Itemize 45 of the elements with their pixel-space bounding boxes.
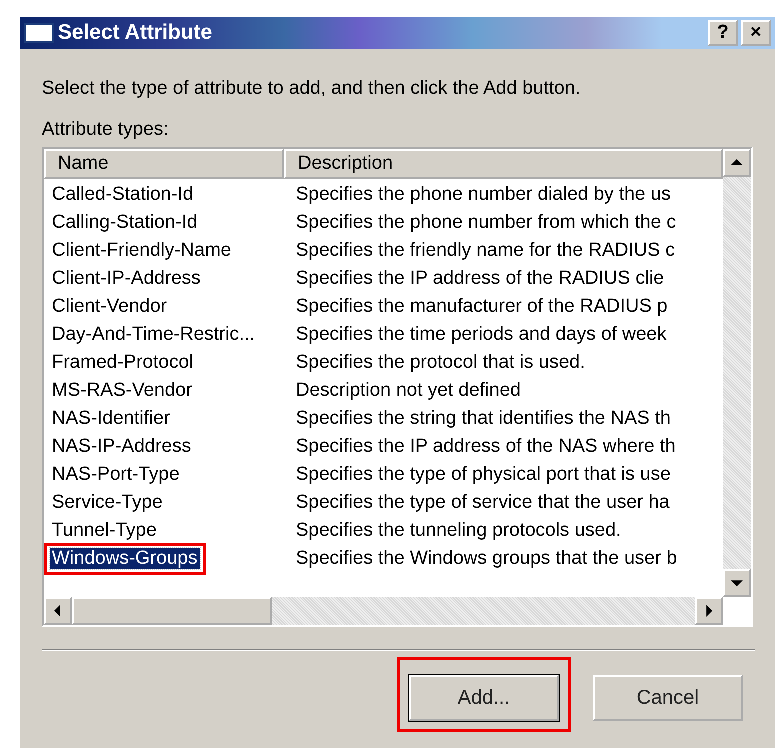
table-cell[interactable]: Client-IP-Address [50,268,203,289]
table-cell[interactable]: NAS-IP-Address [50,436,194,457]
table-cell[interactable]: Calling-Station-Id [50,212,200,233]
scroll-left-button[interactable] [44,597,72,625]
cancel-button[interactable]: Cancel [593,675,743,721]
table-cell-text: Specifies the IP address of the NAS where th [295,436,676,458]
table-cell-text: Specifies the type of physical port that is use [295,464,671,486]
table-cell[interactable]: Service-Type [50,492,165,513]
scroll-thumb[interactable] [72,597,272,625]
list-label: Attribute types: [42,119,170,141]
table-cell[interactable]: Client-Vendor [50,296,170,317]
window-icon [24,23,54,43]
table-cell-text: Specifies the time periods and days of week [295,324,667,346]
table-cell-text: Specifies the IP address of the RADIUS clie [295,268,664,290]
table-cell[interactable]: Day-And-Time-Restric... [50,324,258,345]
add-button[interactable]: Add... [409,675,559,721]
table-cell-text: Specifies the protocol that is used. [295,352,586,374]
horizontal-scrollbar[interactable] [44,597,723,625]
table-cell-text: Specifies the manufacturer of the RADIUS p [295,296,668,318]
scroll-down-button[interactable] [723,569,751,597]
table-cell[interactable]: NAS-Identifier [50,408,172,429]
scroll-right-button[interactable] [695,597,723,625]
table-cell-text: Specifies the tunneling protocols used. [295,520,622,542]
help-button[interactable]: ? [708,20,738,46]
table-cell-text: Specifies the string that identifies the NAS th [295,408,671,430]
table-cell[interactable]: Client-Friendly-Name [50,240,234,261]
table-cell-text: Specifies the friendly name for the RADIUS c [295,240,676,262]
table-cell[interactable]: Windows-Groups [50,548,200,569]
table-cell[interactable]: Called-Station-Id [50,184,196,205]
table-cell-text: Description not yet defined [295,380,521,402]
table-cell[interactable]: MS-RAS-Vendor [50,380,194,401]
column-header[interactable]: Description [284,149,723,179]
window-title: Select Attribute [58,21,214,45]
instruction-text: Select the type of attribute to add, and then click the Add button. [42,78,582,100]
table-cell-text: Specifies the type of service that the user ha [295,492,670,514]
vertical-scrollbar[interactable] [723,149,751,597]
table-cell-text: Specifies the Windows groups that the user b [295,548,678,570]
table-cell[interactable]: NAS-Port-Type [50,464,182,485]
column-header[interactable]: Name [44,149,284,179]
table-cell[interactable]: Framed-Protocol [50,352,196,373]
table-cell[interactable]: Tunnel-Type [50,520,159,541]
table-cell-text: Specifies the phone number dialed by the us [295,184,671,206]
close-button[interactable]: × [741,20,771,46]
scroll-up-button[interactable] [723,149,751,177]
table-cell-text: Specifies the phone number from which the c [295,212,676,234]
